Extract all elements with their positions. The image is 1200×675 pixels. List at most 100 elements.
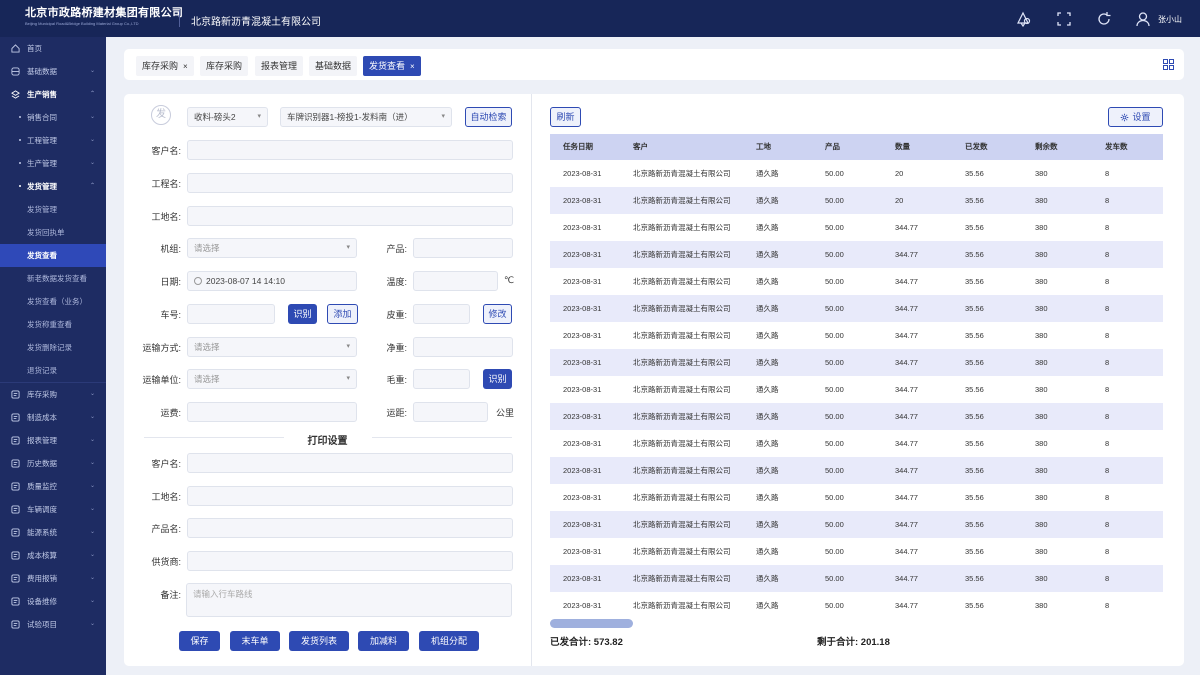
sidebar-sub-project-mgmt[interactable]: 工程管理 ⌄ bbox=[0, 129, 106, 152]
sidebar-leaf-shipping-mgmt[interactable]: 发货管理 bbox=[0, 198, 106, 221]
carrier-select[interactable]: 请选择 bbox=[187, 369, 357, 389]
sidebar-item-flask[interactable]: 试验项目 ⌄ bbox=[0, 613, 106, 636]
sidebar-item-home[interactable]: 首页 bbox=[0, 37, 106, 60]
sidebar-leaf-return-record[interactable]: 退货记录 bbox=[0, 359, 106, 382]
recognize-plate-button[interactable]: 识别 bbox=[288, 304, 317, 324]
transport-mode-select[interactable]: 请选择 bbox=[187, 337, 357, 357]
temperature-input[interactable] bbox=[413, 271, 498, 291]
shipping-list-button[interactable]: 发货列表 bbox=[289, 631, 349, 651]
user-icon[interactable] bbox=[1135, 11, 1151, 27]
table-row[interactable]: 2023-08-31 北京路新沥青混凝土有限公司 通久路 50.00 344.77 35.… bbox=[550, 565, 1163, 592]
camera-select[interactable]: 车牌识别器1-榜投1-发料南（进） bbox=[280, 107, 452, 127]
table-row[interactable]: 2023-08-31 北京路新沥青混凝土有限公司 通久路 50.00 344.77 35.… bbox=[550, 349, 1163, 376]
fullscreen-icon[interactable] bbox=[1056, 11, 1072, 27]
sidebar-leaf-shipping-view[interactable]: 发货查看 bbox=[0, 244, 106, 267]
tab-inventory-closable[interactable]: 库存采购 × bbox=[136, 56, 194, 76]
column-header[interactable]: 剩余数 bbox=[1035, 134, 1058, 160]
column-header[interactable]: 数量 bbox=[895, 134, 910, 160]
grid-icon[interactable] bbox=[1163, 59, 1174, 70]
table-row[interactable]: 2023-08-31 北京路新沥青混凝土有限公司 通久路 50.00 344.77 35.… bbox=[550, 268, 1163, 295]
recognize-gross-button[interactable]: 识别 bbox=[483, 369, 512, 389]
sidebar-leaf-weighing-view[interactable]: 发货称重查看 bbox=[0, 313, 106, 336]
close-icon[interactable]: × bbox=[410, 62, 415, 71]
sidebar-item-basic-data[interactable]: 基础数据 ⌄ bbox=[0, 60, 106, 83]
sidebar-item-energy[interactable]: 能源系统 ⌄ bbox=[0, 521, 106, 544]
sidebar-item-report[interactable]: 报表管理 ⌄ bbox=[0, 429, 106, 452]
table-row[interactable]: 2023-08-31 北京路新沥青混凝土有限公司 通久路 50.00 344.77 35.… bbox=[550, 214, 1163, 241]
table-row[interactable]: 2023-08-31 北京路新沥青混凝土有限公司 通久路 50.00 344.77 35.… bbox=[550, 241, 1163, 268]
table-row[interactable]: 2023-08-31 北京路新沥青混凝土有限公司 通久路 50.00 20 35.56 38… bbox=[550, 160, 1163, 187]
sidebar-item-quality[interactable]: 质量监控 ⌄ bbox=[0, 475, 106, 498]
sidebar-item-expense[interactable]: 费用报销 ⌄ bbox=[0, 567, 106, 590]
remark-textarea[interactable]: 请输入行车路线 bbox=[186, 583, 512, 617]
print-customer-input[interactable] bbox=[187, 453, 513, 473]
sidebar-sub-shipping-mgmt[interactable]: 发货管理 ⌃ bbox=[0, 175, 106, 198]
table-row[interactable]: 2023-08-31 北京路新沥青混凝土有限公司 通久路 50.00 344.77 35.… bbox=[550, 430, 1163, 457]
product-input[interactable] bbox=[413, 238, 513, 258]
distance-input[interactable] bbox=[413, 402, 488, 422]
column-header[interactable]: 工地 bbox=[756, 134, 771, 160]
sidebar-item-settings[interactable]: 设备维修 ⌄ bbox=[0, 590, 106, 613]
unit-select[interactable]: 请选择 bbox=[187, 238, 357, 258]
modify-tare-button[interactable]: 修改 bbox=[483, 304, 512, 324]
table-cell: 344.77 bbox=[895, 439, 918, 448]
table-row[interactable]: 2023-08-31 北京路新沥青混凝土有限公司 通久路 50.00 344.77 35.… bbox=[550, 511, 1163, 538]
sidebar-leaf-old-new-data[interactable]: 新老数据发货查看 bbox=[0, 267, 106, 290]
table-row[interactable]: 2023-08-31 北京路新沥青混凝土有限公司 通久路 50.00 344.77 35.… bbox=[550, 592, 1163, 619]
close-icon[interactable]: × bbox=[183, 62, 188, 71]
unit-assign-button[interactable]: 机组分配 bbox=[419, 631, 479, 651]
table-row[interactable]: 2023-08-31 北京路新沥青混凝土有限公司 通久路 50.00 344.77 35.… bbox=[550, 376, 1163, 403]
settings-button[interactable]: 设置 bbox=[1108, 107, 1163, 127]
table-row[interactable]: 2023-08-31 北京路新沥青混凝土有限公司 通久路 50.00 344.77 35.… bbox=[550, 457, 1163, 484]
print-site-input[interactable] bbox=[187, 486, 513, 506]
tab-inventory[interactable]: 库存采购 bbox=[200, 56, 249, 76]
site-input[interactable] bbox=[187, 206, 513, 226]
freight-input[interactable] bbox=[187, 402, 357, 422]
sidebar-item-production-sales[interactable]: 生产销售 ⌃ bbox=[0, 83, 106, 106]
sidebar-item-history[interactable]: 历史数据 ⌄ bbox=[0, 452, 106, 475]
sidebar-sub-sales-contract[interactable]: 销售合同 ⌄ bbox=[0, 106, 106, 129]
refresh-button[interactable]: 刷新 bbox=[550, 107, 581, 127]
tare-input[interactable] bbox=[413, 304, 470, 324]
tab-basic-data[interactable]: 基础数据 bbox=[309, 56, 358, 76]
table-row[interactable]: 2023-08-31 北京路新沥青混凝土有限公司 通久路 50.00 344.77 35.… bbox=[550, 538, 1163, 565]
sidebar-leaf-shipping-receipt[interactable]: 发货回执单 bbox=[0, 221, 106, 244]
column-header[interactable]: 发车数 bbox=[1105, 134, 1128, 160]
sidebar-sub-production-mgmt[interactable]: 生产管理 ⌄ bbox=[0, 152, 106, 175]
table-row[interactable]: 2023-08-31 北京路新沥青混凝土有限公司 通久路 50.00 344.77 35.… bbox=[550, 403, 1163, 430]
table-row[interactable]: 2023-08-31 北京路新沥青混凝土有限公司 通久路 50.00 344.77 35.… bbox=[550, 322, 1163, 349]
project-input[interactable] bbox=[187, 173, 513, 193]
print-product-input[interactable] bbox=[187, 518, 513, 538]
sidebar-leaf-delete-record[interactable]: 发货删除记录 bbox=[0, 336, 106, 359]
save-button[interactable]: 保存 bbox=[179, 631, 220, 651]
net-weight-input[interactable] bbox=[413, 337, 513, 357]
scale-select[interactable]: 收料-磅头2 bbox=[187, 107, 268, 127]
sidebar-item-cost[interactable]: 制造成本 ⌄ bbox=[0, 406, 106, 429]
auto-search-button[interactable]: 自动检索 bbox=[465, 107, 512, 127]
column-header[interactable]: 已发数 bbox=[965, 134, 988, 160]
gross-weight-input[interactable] bbox=[413, 369, 470, 389]
column-header[interactable]: 客户 bbox=[633, 134, 648, 160]
customer-input[interactable] bbox=[187, 140, 513, 160]
adjust-material-button[interactable]: 加减料 bbox=[358, 631, 409, 651]
add-plate-button[interactable]: 添加 bbox=[327, 304, 358, 324]
horizontal-scrollbar[interactable] bbox=[550, 619, 633, 628]
user-name[interactable]: 张小山 bbox=[1158, 14, 1182, 25]
sidebar-item-inventory[interactable]: 库存采购 ⌄ bbox=[0, 383, 106, 406]
sidebar-item-truck[interactable]: 车辆调度 ⌄ bbox=[0, 498, 106, 521]
last-truck-button[interactable]: 末车单 bbox=[230, 631, 280, 651]
tab-reports[interactable]: 报表管理 bbox=[255, 56, 304, 76]
date-picker[interactable]: 2023-08-07 14 14:10 bbox=[187, 271, 357, 291]
tab-shipping-view[interactable]: 发货查看 × bbox=[363, 56, 421, 76]
column-header[interactable]: 任务日期 bbox=[563, 134, 593, 160]
table-row[interactable]: 2023-08-31 北京路新沥青混凝土有限公司 通久路 50.00 20 35.56 38… bbox=[550, 187, 1163, 214]
notification-icon[interactable] bbox=[1015, 11, 1031, 27]
sidebar-item-calculator[interactable]: 成本核算 ⌄ bbox=[0, 544, 106, 567]
print-supplier-input[interactable] bbox=[187, 551, 513, 571]
table-row[interactable]: 2023-08-31 北京路新沥青混凝土有限公司 通久路 50.00 344.77 35.… bbox=[550, 484, 1163, 511]
refresh-icon[interactable] bbox=[1096, 11, 1112, 27]
sidebar-leaf-shipping-business[interactable]: 发货查看（业务） bbox=[0, 290, 106, 313]
plate-input[interactable] bbox=[187, 304, 275, 324]
column-header[interactable]: 产品 bbox=[825, 134, 840, 160]
table-row[interactable]: 2023-08-31 北京路新沥青混凝土有限公司 通久路 50.00 344.77 35.… bbox=[550, 295, 1163, 322]
